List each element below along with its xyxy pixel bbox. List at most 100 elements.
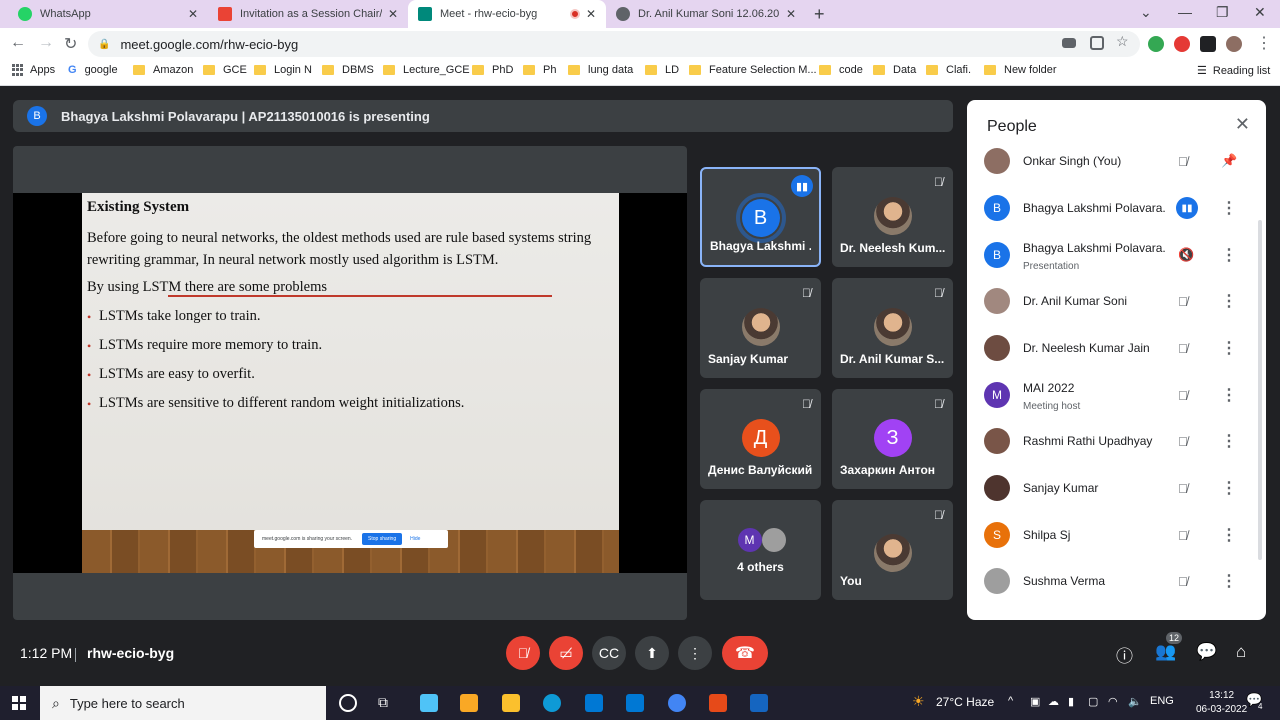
app-icon[interactable] [420,694,438,712]
tray-chevron-icon[interactable]: ^ [1008,695,1013,707]
people-row[interactable]: Sushma Verma 🎙̸ ⋮ [967,558,1266,604]
menu-icon[interactable]: ⋮ [1256,33,1272,53]
tab-pdf[interactable]: Dr. Anil Kumar Soni 12.06.20.pdf ✕ [606,0,806,28]
more-options-icon[interactable]: ⋮ [1221,478,1237,498]
media-player-icon[interactable] [460,694,478,712]
scrollbar[interactable] [1258,220,1262,560]
bookmark-login[interactable]: Login N [254,64,312,76]
bookmark-google[interactable]: Ggoogle [68,64,118,76]
chat-icon[interactable]: 💬 [1196,642,1217,662]
people-icon[interactable]: 👥 [1155,642,1176,662]
self-tile[interactable]: 🎙̸ You [832,500,953,600]
extensions-icon[interactable] [1200,36,1216,52]
forward-button[interactable]: → [38,34,54,52]
people-row[interactable]: Onkar Singh (You) 🎙̸ 📌 [967,138,1266,184]
people-row[interactable]: B Bhagya Lakshmi Polavara... Presentatio… [967,232,1266,278]
adblock-icon[interactable] [1174,36,1190,52]
people-row[interactable]: S Shilpa Sj 🎙̸ ⋮ [967,512,1266,558]
cortana-icon[interactable] [339,694,357,712]
more-options-icon[interactable]: ⋮ [1221,338,1237,358]
tab-search-icon[interactable]: ⌄ [1140,4,1152,21]
tab-gmail-invitation[interactable]: Invitation as a Session Chair/ Co ✕ [208,0,408,28]
activities-icon[interactable]: ⌂ [1236,642,1246,662]
bookmark-ld[interactable]: LD [645,64,679,76]
tab-whatsapp[interactable]: WhatsApp ✕ [8,0,208,28]
camera-icon[interactable] [1062,38,1076,48]
taskbar-search[interactable]: ⌕ Type here to search [40,686,326,720]
leave-call-button[interactable]: ☎ [722,636,768,670]
bookmark-data[interactable]: Data [873,64,916,76]
people-row[interactable]: Dr. Anil Kumar Soni 🎙̸ ⋮ [967,278,1266,324]
hide-button[interactable]: Hide [410,536,420,542]
bookmark-amazon[interactable]: Amazon [133,64,193,76]
close-window-button[interactable]: ✕ [1254,4,1266,21]
bookmark-phd[interactable]: PhD [472,64,513,76]
office-icon[interactable] [709,694,727,712]
captions-button[interactable]: CC [592,636,626,670]
reload-button[interactable]: ↻ [64,34,77,54]
cloud-icon[interactable]: ☁ [1048,695,1059,708]
more-options-icon[interactable]: ⋮ [1221,571,1237,591]
back-button[interactable]: ← [10,34,26,52]
word-icon[interactable] [750,694,768,712]
more-options-icon[interactable]: ⋮ [1221,198,1237,218]
mic-off-icon[interactable]: 🎙̸ [1178,341,1188,356]
participant-tile[interactable]: Д 🎙̸ Денис Валуйский [700,389,821,489]
bookmark-lung-data[interactable]: lung data [568,64,633,76]
mic-off-icon[interactable]: 🎙̸ [1178,574,1188,589]
bookmark-clafi[interactable]: Clafi. [926,64,971,76]
people-row[interactable]: Dr. Neelesh Kumar Jain 🎙̸ ⋮ [967,325,1266,371]
wifi-icon[interactable]: ◠ [1108,695,1118,708]
maximize-button[interactable]: ❐ [1216,4,1229,21]
new-tab-button[interactable]: + [814,4,825,25]
mic-off-icon[interactable]: 🎙̸ [1178,481,1188,496]
address-bar[interactable]: 🔒 meet.google.com/rhw-ecio-byg [88,31,1140,57]
bookmark-code[interactable]: code [819,64,863,76]
star-icon[interactable]: ☆ [1116,33,1130,49]
people-row[interactable]: Rashmi Rathi Upadhyay 🎙̸ ⋮ [967,418,1266,464]
camera-toggle-button[interactable]: ▭̸ [549,636,583,670]
meeting-details-icon[interactable]: ⓘ [1116,642,1133,667]
tray-icon[interactable]: ▣ [1030,695,1040,708]
mic-off-icon[interactable]: 🎙̸ [1178,434,1188,449]
bookmark-lecture[interactable]: Lecture_GCE [383,64,470,76]
bookmark-dbms[interactable]: DBMS [322,64,374,76]
chrome-icon[interactable] [668,694,686,712]
close-tab-icon[interactable]: ✕ [586,7,596,21]
bookmark-apps[interactable]: Apps [12,64,55,76]
participant-tile[interactable]: 🎙̸ Sanjay Kumar [700,278,821,378]
people-row[interactable]: Sanjay Kumar 🎙̸ ⋮ [967,465,1266,511]
windows-start-icon[interactable] [12,696,26,710]
edge-icon[interactable] [543,694,561,712]
file-explorer-icon[interactable] [502,694,520,712]
taskbar-clock[interactable]: 13:12 06-03-2022 [1196,689,1247,717]
mic-off-icon[interactable]: 🎙̸ [1178,388,1188,403]
participant-tile[interactable]: З 🎙̸ Захаркин Антон [832,389,953,489]
task-view-icon[interactable]: ⧉ [378,694,396,712]
mic-off-icon[interactable]: 🎙̸ [1178,294,1188,309]
bookmark-ph[interactable]: Ph [523,64,556,76]
profile-avatar[interactable] [1226,36,1242,52]
more-options-icon[interactable]: ⋮ [1221,291,1237,311]
share-icon[interactable] [1090,36,1104,50]
more-options-icon[interactable]: ⋮ [1221,385,1237,405]
close-tab-icon[interactable]: ✕ [388,7,398,21]
bookmark-new-folder[interactable]: New folder [984,64,1057,76]
more-options-icon[interactable]: ⋮ [1221,431,1237,451]
others-tile[interactable]: M 4 others [700,500,821,600]
mail-icon[interactable] [626,694,644,712]
battery-icon[interactable]: ▮ [1068,695,1074,708]
people-row[interactable]: B Bhagya Lakshmi Polavara... ▮▮ ⋮ [967,185,1266,231]
mic-off-icon[interactable]: 🎙̸ [1178,154,1188,169]
close-icon[interactable]: ✕ [1235,114,1250,135]
lock-icon[interactable]: 🔒 [98,39,110,50]
more-options-icon[interactable]: ⋮ [1221,245,1237,265]
grammarly-icon[interactable] [1148,36,1164,52]
bookmark-gce[interactable]: GCE [203,64,247,76]
participant-tile[interactable]: 🎙̸ Dr. Neelesh Kum... [832,167,953,267]
people-row[interactable]: M MAI 2022 Meeting host 🎙̸ ⋮ [967,372,1266,418]
close-tab-icon[interactable]: ✕ [786,7,796,21]
reading-list-button[interactable]: ☰ Reading list [1197,64,1270,78]
minimize-button[interactable]: — [1178,4,1192,20]
present-button[interactable]: ⬆ [635,636,669,670]
